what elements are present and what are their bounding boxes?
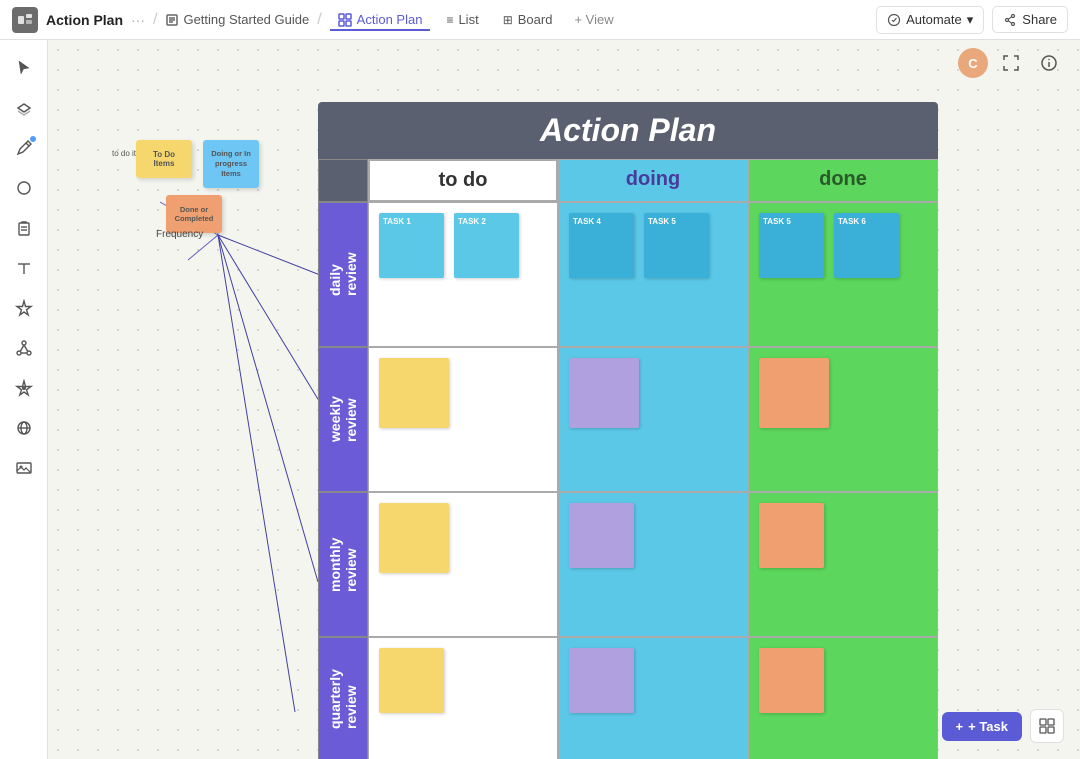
tab-board[interactable]: ⊞ Board [495, 8, 561, 31]
bottom-right-buttons: + + Task [942, 709, 1064, 743]
task-monthly-doing[interactable] [569, 503, 634, 568]
board-column-headers: to do doing done [318, 159, 938, 202]
header-empty-cell [318, 159, 368, 202]
clipboard-tool[interactable] [6, 210, 42, 246]
canvas[interactable]: to do items To Do Items Doing or In prog… [48, 40, 1080, 759]
task-weekly-done[interactable] [759, 358, 829, 428]
task-weekly-doing[interactable] [569, 358, 639, 428]
pencil-tool[interactable] [6, 130, 42, 166]
row-label-quarterly: quarterlyreview [318, 637, 368, 759]
cell-daily-done[interactable]: TASK 5 TASK 6 [748, 202, 938, 347]
automate-button[interactable]: Automate ▾ [876, 6, 984, 34]
legend-done-note[interactable]: Done or Completed [166, 195, 222, 233]
grid-view-button[interactable] [1030, 709, 1064, 743]
topbar: Action Plan ··· / Getting Started Guide … [0, 0, 1080, 40]
task-6[interactable]: TASK 6 [834, 213, 899, 278]
cell-monthly-doing[interactable] [558, 492, 748, 637]
col-header-doing: doing [558, 159, 748, 202]
layers-tool[interactable] [6, 90, 42, 126]
star-tool[interactable] [6, 370, 42, 406]
left-toolbar [0, 40, 48, 759]
globe-tool[interactable] [6, 410, 42, 446]
image-tool[interactable] [6, 450, 42, 486]
user-avatar[interactable]: C [958, 48, 988, 78]
cell-quarterly-done[interactable] [748, 637, 938, 759]
task-monthly-todo[interactable] [379, 503, 449, 573]
task-4[interactable]: TASK 4 [569, 213, 634, 278]
task-2[interactable]: TASK 2 [454, 213, 519, 278]
col-header-done: done [748, 159, 938, 202]
task-5-doing[interactable]: TASK 5 [644, 213, 709, 278]
row-label-daily: dailyreview [318, 202, 368, 347]
task-weekly-todo[interactable] [379, 358, 449, 428]
frequency-label: Frequency [156, 229, 203, 240]
task-1[interactable]: TASK 1 [379, 213, 444, 278]
text-tool[interactable] [6, 250, 42, 286]
cell-quarterly-doing[interactable] [558, 637, 748, 759]
share-button[interactable]: Share [992, 6, 1068, 33]
task-5-done[interactable]: TASK 5 [759, 213, 824, 278]
sparkle-tool[interactable] [6, 290, 42, 326]
cursor-tool[interactable] [6, 50, 42, 86]
tab-list[interactable]: ≡ List [438, 8, 486, 31]
legend-doing-note[interactable]: Doing or In progress Items [203, 140, 259, 188]
top-right-icons: C [958, 48, 1064, 78]
cell-daily-todo[interactable]: TASK 1 TASK 2 [368, 202, 558, 347]
cell-monthly-done[interactable] [748, 492, 938, 637]
tab-action-plan[interactable]: Action Plan [330, 8, 431, 31]
row-label-monthly: monthlyreview [318, 492, 368, 637]
cell-weekly-todo[interactable] [368, 347, 558, 492]
board-title: Action Plan [318, 102, 938, 159]
board-container: Action Plan to do doing done dailyreview… [318, 102, 938, 759]
cell-daily-doing[interactable]: TASK 4 TASK 5 [558, 202, 748, 347]
breadcrumb-guide[interactable]: Getting Started Guide [165, 12, 309, 27]
cell-quarterly-todo[interactable] [368, 637, 558, 759]
nodes-tool[interactable] [6, 330, 42, 366]
cell-monthly-todo[interactable] [368, 492, 558, 637]
task-quarterly-doing[interactable] [569, 648, 634, 713]
app-name: Action Plan [46, 12, 123, 28]
app-logo[interactable] [12, 7, 38, 33]
task-quarterly-todo[interactable] [379, 648, 444, 713]
app-name-menu[interactable]: ··· [131, 12, 145, 28]
task-quarterly-done[interactable] [759, 648, 824, 713]
task-monthly-done[interactable] [759, 503, 824, 568]
fit-view-button[interactable] [996, 48, 1026, 78]
main-layout: to do items To Do Items Doing or In prog… [0, 40, 1080, 759]
legend-todo-note[interactable]: To Do Items [136, 140, 192, 178]
cell-weekly-doing[interactable] [558, 347, 748, 492]
add-view-button[interactable]: + View [568, 8, 619, 31]
add-task-button[interactable]: + + Task [942, 712, 1022, 741]
circle-tool[interactable] [6, 170, 42, 206]
row-label-weekly: weeklyreview [318, 347, 368, 492]
board-grid: dailyreview TASK 1 TASK 2 TASK 4 TASK 5 … [318, 202, 938, 759]
cell-weekly-done[interactable] [748, 347, 938, 492]
col-header-todo: to do [368, 159, 558, 202]
info-button[interactable] [1034, 48, 1064, 78]
